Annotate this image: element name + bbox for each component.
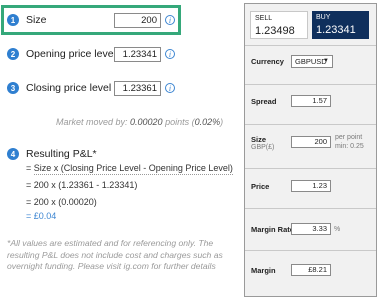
currency-label: Currency	[251, 57, 284, 66]
step-size: 1 Size	[7, 10, 46, 30]
calc-result: = £0.04	[26, 211, 57, 221]
market-moved-amount: 0.00020	[130, 117, 163, 127]
info-icon[interactable]: i	[165, 49, 175, 59]
disclaimer-text: *All values are estimated and for refere…	[7, 238, 223, 271]
divider	[245, 45, 376, 46]
calc-formula: Size x (Closing Price Level - Opening Pr…	[33, 163, 233, 175]
deal-panel: SELL 1.23498 BUY 1.23341 Currency GBPUSD…	[244, 3, 377, 297]
size-field[interactable]: 200	[291, 136, 331, 148]
info-icon[interactable]: i	[165, 15, 175, 25]
margin-rate-field[interactable]: 3.33	[291, 223, 331, 235]
spread-field[interactable]: 1.57	[291, 95, 331, 107]
divider	[245, 84, 376, 85]
sell-price: 1.23498	[255, 25, 295, 37]
opening-price-input[interactable]: 1.23341	[114, 47, 161, 62]
step-resulting-pl: 4 Resulting P&L*	[7, 144, 97, 164]
size-per-point: per point	[335, 134, 363, 141]
buy-price: 1.23341	[316, 24, 356, 36]
opening-price-label: Opening price level	[26, 48, 116, 60]
step-opening-price: 2 Opening price level	[7, 44, 116, 64]
size-minimum: min: 0.25	[335, 143, 364, 150]
price-field[interactable]: 1.23	[291, 180, 331, 192]
size-label: Size	[26, 14, 47, 26]
currency-select[interactable]: GBPUSD ▼	[291, 55, 333, 68]
divider	[245, 168, 376, 169]
divider	[245, 208, 376, 209]
sell-button[interactable]: SELL 1.23498	[250, 11, 308, 39]
margin-field: £8.21	[291, 264, 331, 276]
market-moved-percent: 0.02%	[194, 117, 221, 127]
margin-rate-label: Margin Rate	[251, 225, 294, 234]
step-number-3: 3	[7, 82, 19, 94]
size-label: Size	[251, 135, 267, 144]
price-label: Price	[251, 182, 270, 191]
divider	[245, 250, 376, 251]
calc-difference: = 200 x (0.00020)	[26, 197, 97, 207]
divider	[245, 124, 376, 125]
calc-formula-line: = Size x (Closing Price Level - Opening …	[26, 163, 233, 175]
resulting-pl-label: Resulting P&L*	[26, 148, 97, 160]
step-closing-price: 3 Closing price level	[7, 78, 111, 98]
margin-rate-unit: %	[334, 226, 341, 233]
info-icon[interactable]: i	[165, 83, 175, 93]
closing-price-input[interactable]: 1.23361	[114, 81, 161, 96]
market-moved-text: Market moved by: 0.00020 points (0.02%)	[56, 117, 224, 127]
calc-substitution: = 200 x (1.23361 - 1.23341)	[26, 180, 138, 190]
sell-label: SELL	[255, 15, 273, 22]
size-input[interactable]: 200	[114, 13, 161, 28]
chevron-down-icon: ▼	[323, 58, 329, 64]
step-number-1: 1	[7, 14, 19, 26]
calculator-form: 1 Size 200 i 2 Opening price level 1.233…	[0, 0, 236, 300]
size-currency: GBP(£)	[251, 144, 275, 151]
margin-label: Margin	[251, 266, 276, 275]
step-number-2: 2	[7, 48, 19, 60]
buy-button[interactable]: BUY 1.23341	[312, 11, 369, 39]
buy-label: BUY	[316, 14, 331, 21]
spread-label: Spread	[251, 97, 277, 106]
closing-price-label: Closing price level	[26, 82, 112, 94]
step-number-4: 4	[7, 148, 19, 160]
